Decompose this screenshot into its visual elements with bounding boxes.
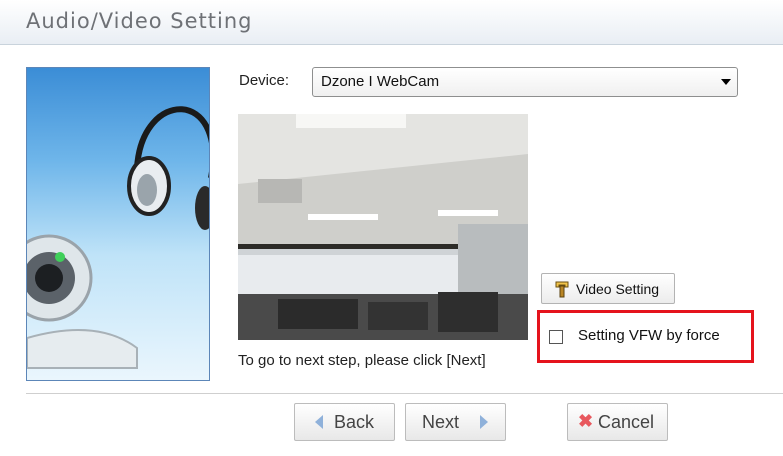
device-select[interactable]: Dzone I WebCam (312, 67, 738, 97)
chevron-down-icon[interactable] (721, 79, 731, 85)
next-step-hint: To go to next step, please click [Next] (238, 352, 486, 369)
vfw-checkbox[interactable] (549, 330, 563, 344)
title-bar: Audio/Video Setting (0, 0, 783, 45)
arrow-left-icon (315, 415, 323, 429)
device-selected-value: Dzone I WebCam (321, 73, 440, 90)
window-title: Audio/Video Setting (26, 9, 253, 33)
vfw-checkbox-label[interactable]: Setting VFW by force (578, 327, 720, 344)
close-icon: ✖ (578, 411, 594, 431)
video-preview (238, 114, 528, 340)
headset-webcam-illustration (27, 106, 209, 369)
wrench-icon (554, 280, 570, 301)
arrow-right-icon (480, 415, 488, 429)
video-setting-label: Video Setting (576, 281, 660, 297)
next-button[interactable]: Next (405, 403, 506, 441)
video-setting-button[interactable]: Video Setting (541, 273, 675, 304)
cancel-label: Cancel (598, 412, 655, 432)
back-button[interactable]: Back (294, 403, 395, 441)
footer-divider (26, 393, 783, 394)
office-preview-image (238, 114, 528, 340)
illustration-panel (26, 67, 210, 381)
cancel-button[interactable]: ✖ Cancel (567, 403, 668, 441)
device-label: Device: (239, 72, 290, 89)
vfw-highlight-box: Setting VFW by force (537, 310, 754, 363)
back-label: Back (334, 412, 375, 432)
next-label: Next (422, 412, 460, 432)
